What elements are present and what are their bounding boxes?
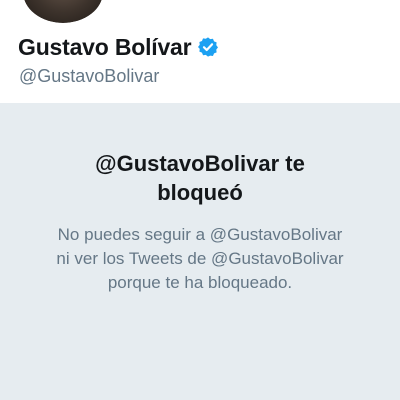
blocked-notice-panel: @GustavoBolivar te bloqueó No puedes seg…: [0, 103, 400, 400]
blocked-title-line: @GustavoBolivar te: [95, 151, 305, 176]
blocked-message-line: ni ver los Tweets de @GustavoBolivar: [56, 249, 344, 268]
avatar-image: [23, 0, 103, 23]
profile-header: Gustavo Bolívar @GustavoBolivar: [0, 0, 400, 103]
blocked-title-line: bloqueó: [157, 180, 243, 205]
blocked-message-line: porque te ha bloqueado.: [107, 273, 293, 292]
avatar[interactable]: [20, 0, 106, 26]
blocked-title: @GustavoBolivar te bloqueó: [0, 149, 400, 207]
verified-badge-icon: [197, 36, 219, 58]
blocked-message: No puedes seguir a @GustavoBolivar ni ve…: [0, 223, 400, 295]
display-name: Gustavo Bolívar: [18, 33, 192, 60]
profile-handle: @GustavoBolivar: [19, 66, 160, 86]
name-row: Gustavo Bolívar: [18, 31, 219, 63]
blocked-message-line: No puedes seguir a @GustavoBolivar: [57, 225, 343, 244]
